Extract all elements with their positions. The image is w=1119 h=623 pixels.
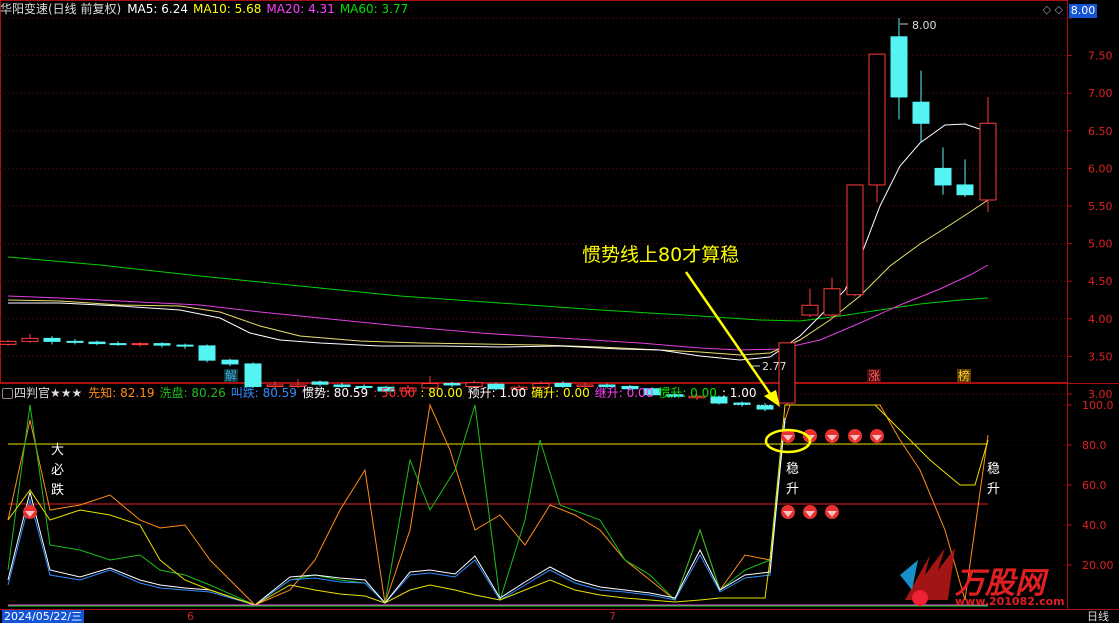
price-tick-label: 5.50	[1088, 200, 1113, 213]
price-tick-label: 4.00	[1088, 313, 1113, 326]
yellow-line	[7, 404, 989, 606]
indicator-legend-item-6: 预升: 1.00	[467, 386, 527, 400]
indicator-tick-label: 80.0	[1082, 439, 1107, 452]
xipan-line	[7, 404, 786, 606]
price-tick-label: 7.50	[1088, 50, 1113, 63]
ma-legend-item-2: MA20: 4.31	[266, 2, 335, 16]
indicator-legend-item-7: 确升: 0.00	[531, 386, 590, 400]
indicator-tick-label: 60.0	[1082, 479, 1107, 492]
indicator-legend-item-3: 惯势: 80.59	[301, 386, 369, 400]
bi-char: 必	[51, 463, 65, 478]
candle-body	[176, 344, 194, 347]
ma-legend-item-0: MA5: 6.24	[127, 2, 188, 16]
indicator-tick-label: 20.00	[1082, 559, 1114, 572]
candle-body	[0, 340, 17, 345]
indicator-legend-item-8: 继升: 0.00	[594, 386, 654, 400]
date-bar: 2024/05/22/三 6 7 日线	[0, 610, 1119, 623]
candle-body	[131, 343, 149, 346]
candle-body	[88, 341, 106, 345]
price-tick-label: 6.50	[1088, 125, 1113, 138]
indicator-axis: 100.0 80.0 60.0 40.0 20.00	[0, 399, 1114, 572]
jie-signal-text: 解	[225, 369, 237, 383]
month-6-label: 6	[187, 610, 194, 623]
candle-body	[198, 345, 216, 361]
month-7-label: 7	[609, 610, 616, 623]
stock-name[interactable]: 华阳变速(日线 前复权)	[0, 2, 121, 16]
jiaodie-line	[7, 419, 786, 606]
annotation-arrow	[684, 271, 775, 399]
watermark-logo	[900, 548, 955, 606]
candle-body	[890, 36, 908, 98]
candle-body	[221, 359, 239, 365]
guanshi-line	[7, 417, 786, 606]
low-label: 2.77	[762, 360, 787, 373]
price-tick-label: 5.00	[1088, 238, 1113, 251]
candle-body	[756, 404, 774, 410]
xianzhi-line	[7, 403, 989, 606]
price-tick-label: 6.00	[1088, 162, 1113, 175]
window-controls[interactable]: ◇ ◇	[1043, 3, 1063, 16]
candle-body	[66, 340, 84, 343]
candle-body	[109, 343, 127, 346]
wen-sheng-label-1: 稳 升	[786, 460, 800, 500]
price-axis: 7.507.006.506.005.505.004.504.003.503.00	[1067, 17, 1113, 401]
indicator-legend-item-10: : 1.00	[721, 386, 757, 400]
ma-legend: MA5: 6.24 MA10: 5.68 MA20: 4.31 MA60: 3.77	[127, 2, 413, 16]
high-label: 8.00	[912, 19, 937, 32]
indicator-header: 四判官★★★ 先知: 82.19 洗盘: 80.26 叫跌: 80.59 惯势: 80.…	[14, 384, 767, 402]
annotation-text: 惯势线上80才算稳	[582, 244, 740, 266]
indicator-legend-item-2: 叫跌: 80.59	[230, 386, 297, 400]
indicator-legend-item-4: : 50.00	[373, 386, 416, 400]
candle-body	[801, 304, 819, 316]
price-tick-label: 7.00	[1088, 87, 1113, 100]
candle-body	[733, 402, 751, 406]
candle-body	[823, 288, 841, 316]
indicator-name[interactable]: 四判官★★★	[14, 386, 82, 400]
current-price-box: 8.00	[1069, 4, 1097, 18]
candle-body	[912, 101, 930, 124]
ma-legend-item-3: MA60: 3.77	[339, 2, 409, 16]
indicator-legend-item-5: : 80.00	[420, 386, 463, 400]
price-tick-label: 3.50	[1088, 350, 1113, 363]
wen-sheng-label-2: 稳 升	[987, 460, 1001, 500]
ma20-line	[7, 264, 989, 351]
candle-body	[934, 167, 952, 186]
indicator-tick-label: 40.0	[1082, 519, 1107, 532]
price-header: 华阳变速(日线 前复权) MA5: 6.24 MA10: 5.68 MA20: 4.3…	[0, 0, 419, 18]
sheng-char-1: 升	[786, 482, 800, 497]
candlesticks	[0, 18, 997, 412]
da-char: 大	[51, 443, 65, 458]
indicator-legend-item-0: 先知: 82.19	[88, 386, 155, 400]
candle-body	[846, 184, 864, 296]
wen-char-2: 稳	[987, 462, 1001, 477]
candle-body	[153, 343, 171, 346]
watermark-url: www.201082.com	[955, 595, 1065, 608]
date-start: 2024/05/22/三	[2, 610, 85, 623]
candle-body	[21, 337, 39, 342]
gem-markers	[23, 429, 884, 519]
candle-body	[43, 337, 61, 342]
candle-body	[956, 184, 974, 196]
indicator-legend-item-9: 惯升: 0.00	[658, 386, 717, 400]
indicator-toggle-icon[interactable]	[2, 388, 13, 399]
chart-canvas: 7.507.006.506.005.505.004.504.003.503.00…	[0, 0, 1119, 610]
indicator-legend-item-1: 洗盘: 80.26	[159, 386, 226, 400]
ma10-line	[7, 199, 989, 356]
da-bi-die-label: 大 必 跌	[51, 441, 65, 501]
indicator-tick-label: 100.0	[1082, 399, 1114, 412]
ma5-line	[8, 123, 989, 361]
bang-signal-text: 榜	[958, 368, 970, 383]
zhang-signal-text: 涨	[868, 368, 880, 383]
period-label[interactable]: 日线	[1087, 610, 1109, 623]
price-tick-label: 4.50	[1088, 275, 1113, 288]
indicator-legend: 先知: 82.19 洗盘: 80.26 叫跌: 80.59 惯势: 80.59 : 50…	[88, 386, 761, 400]
ma-legend-item-1: MA10: 5.68	[192, 2, 262, 16]
wen-char-1: 稳	[786, 462, 800, 477]
die-char: 跌	[51, 483, 65, 498]
sheng-char-2: 升	[987, 482, 1001, 497]
candle-body	[868, 53, 886, 186]
candle-body	[979, 122, 997, 201]
